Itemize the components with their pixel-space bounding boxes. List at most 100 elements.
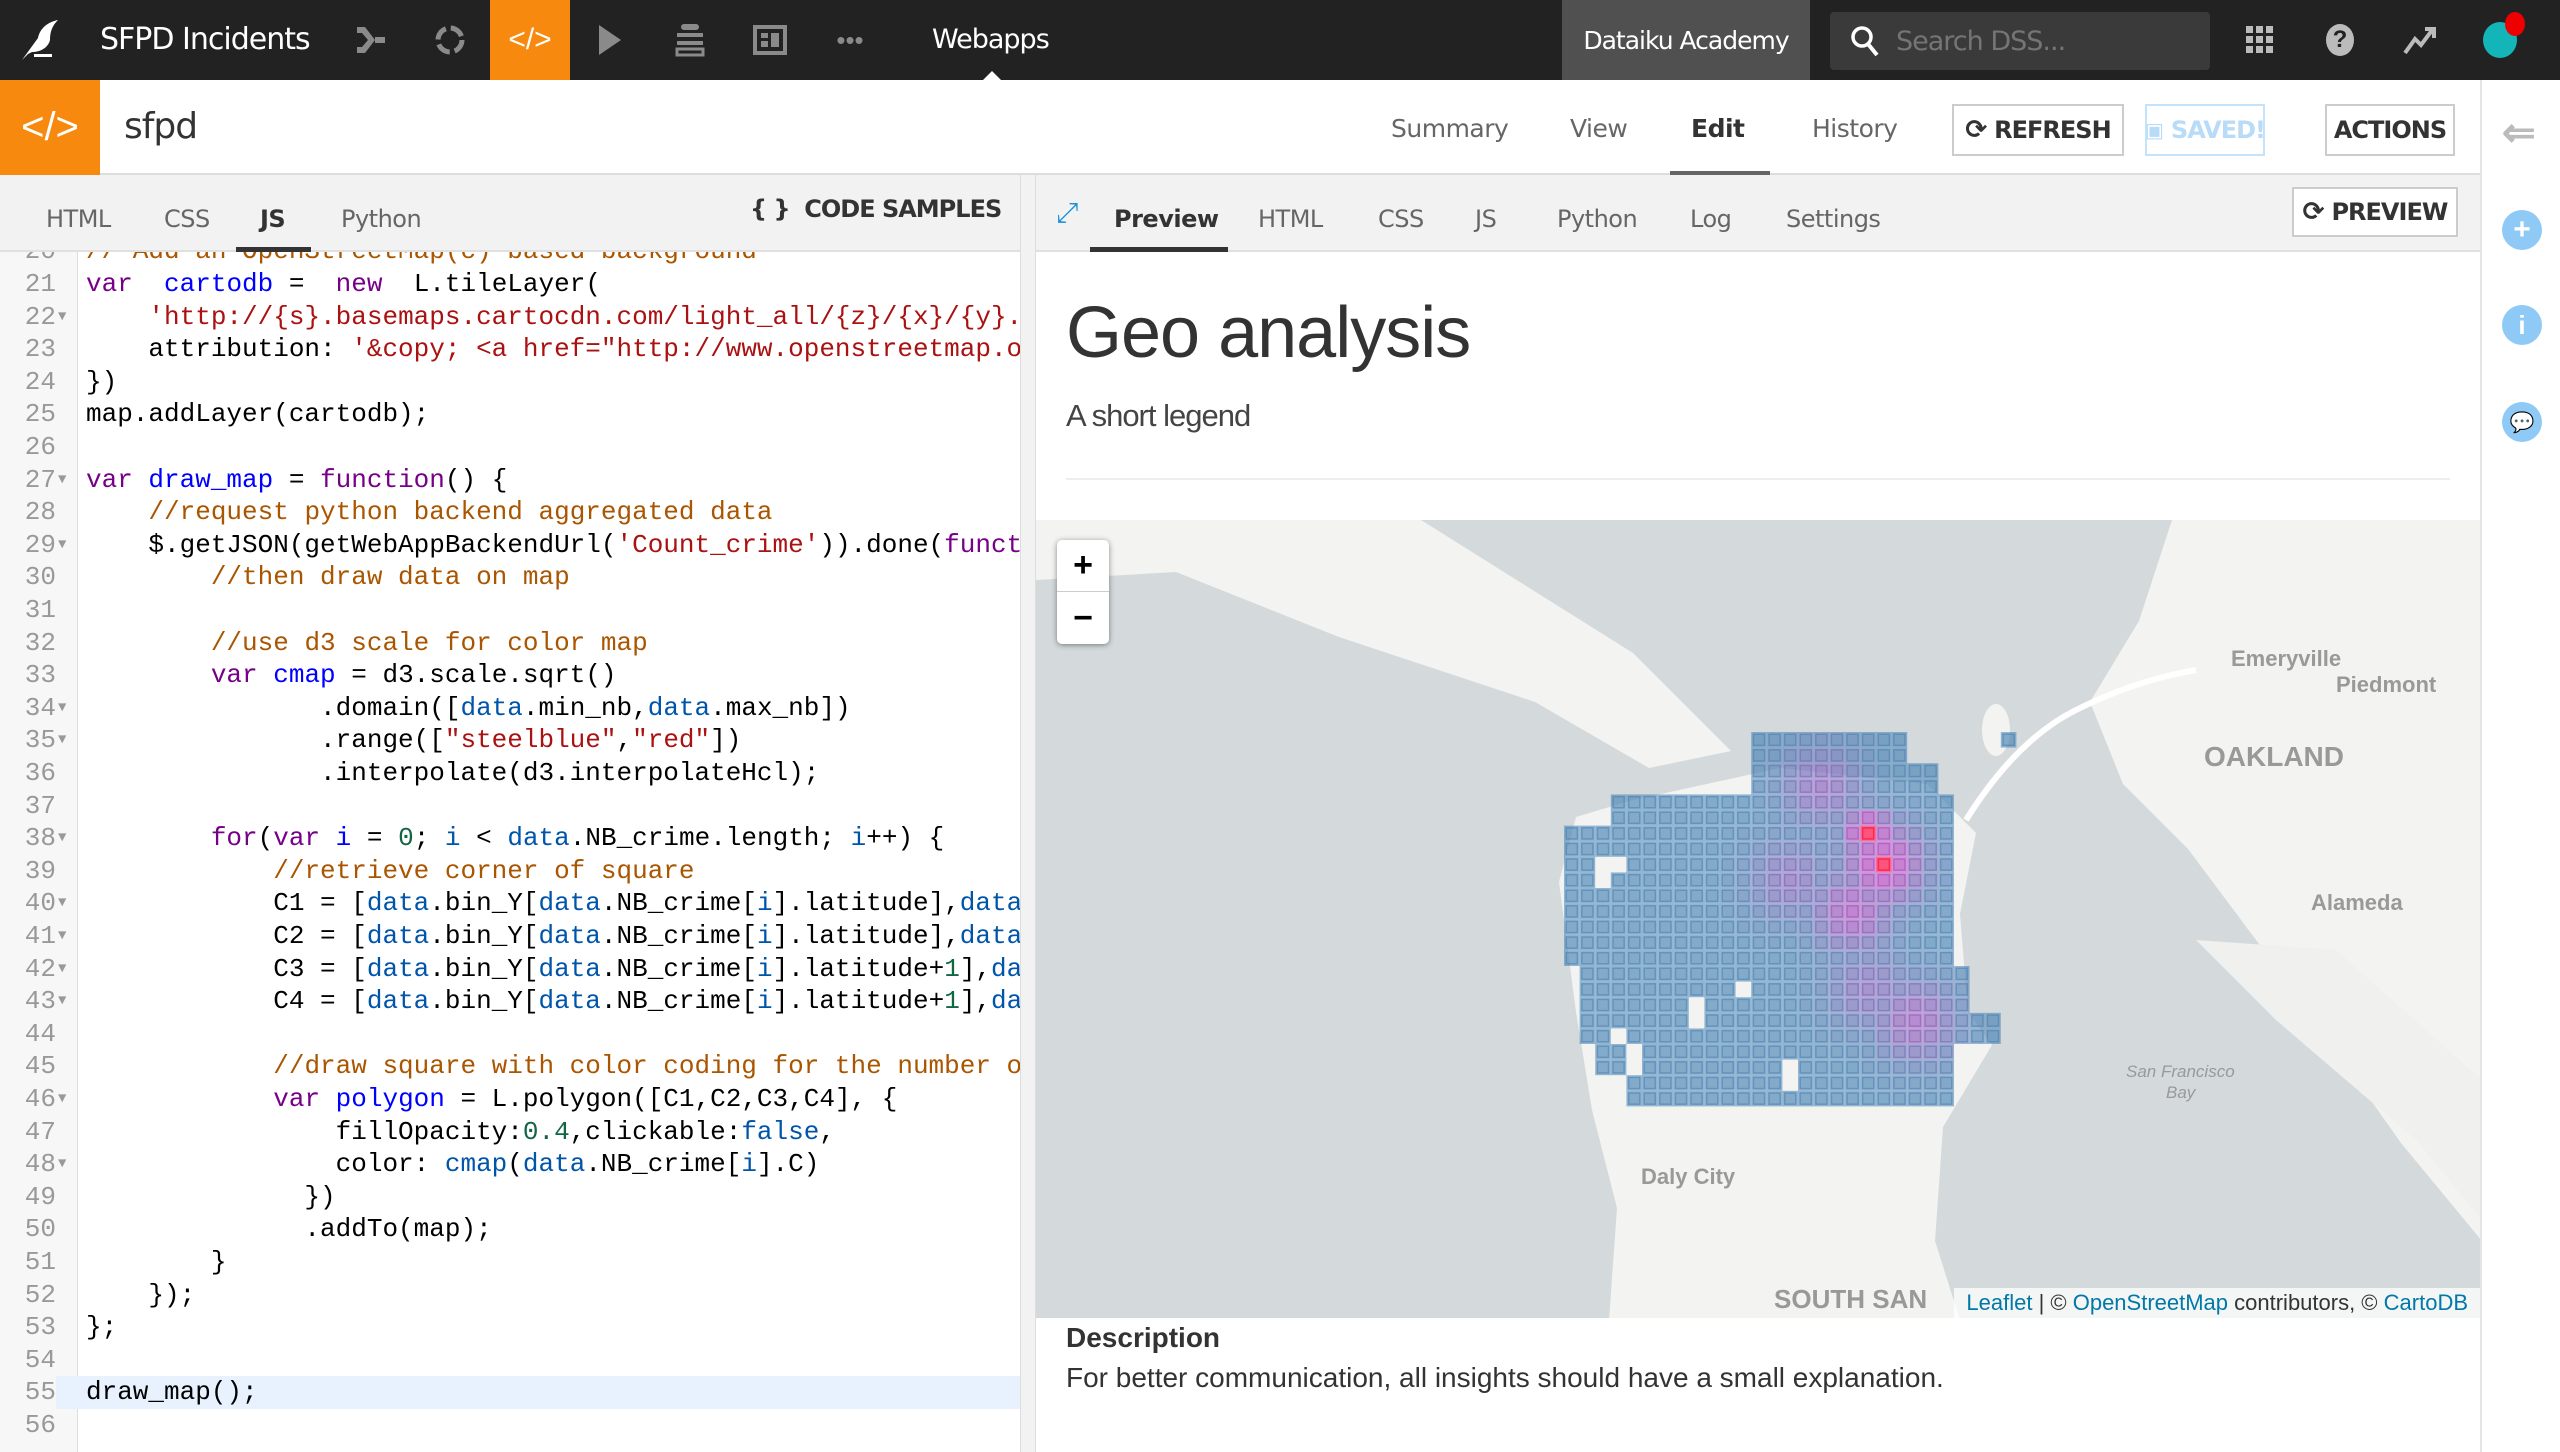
- code-line[interactable]: 56: [0, 1409, 1020, 1442]
- code-line[interactable]: 25 map.addLayer(cartodb);: [0, 398, 1020, 431]
- search-box[interactable]: [1830, 12, 2210, 70]
- code-samples-button[interactable]: { } CODE SAMPLES: [750, 195, 1002, 223]
- fold-arrow-icon[interactable]: ▼: [58, 724, 66, 757]
- code-line[interactable]: 35 ▼ .range(["steelblue","red"]): [0, 724, 1020, 757]
- flow-icon[interactable]: [330, 0, 410, 80]
- cartodb-link[interactable]: CartoDB: [2384, 1290, 2468, 1315]
- tab-preview-css[interactable]: CSS: [1378, 205, 1424, 233]
- code-line[interactable]: 53};: [0, 1311, 1020, 1344]
- code-line[interactable]: 28 //request python backend aggregated d…: [0, 496, 1020, 529]
- dashboard-icon[interactable]: [730, 0, 810, 80]
- code-line[interactable]: 20 // Add an OpenStreetMap(c) based backg…: [0, 252, 1020, 268]
- code-line[interactable]: 49 }): [0, 1181, 1020, 1214]
- code-line[interactable]: 23 attribution: '&copy; <a href="http://…: [0, 333, 1020, 366]
- code-line[interactable]: 51 }: [0, 1246, 1020, 1279]
- fold-arrow-icon[interactable]: ▼: [58, 920, 66, 953]
- actions-button[interactable]: ACTIONS: [2325, 104, 2455, 156]
- code-line[interactable]: 38 ▼ for(var i = 0; i < data.NB_crime.len…: [0, 822, 1020, 855]
- code-line[interactable]: 43 ▼ C4 = [data.bin_Y[data.NB_crime[i].la…: [0, 985, 1020, 1018]
- code-line[interactable]: 52 });: [0, 1279, 1020, 1312]
- play-icon[interactable]: [570, 0, 650, 80]
- code-line[interactable]: 31: [0, 594, 1020, 627]
- code-line[interactable]: 40 ▼ C1 = [data.bin_Y[data.NB_crime[i].la…: [0, 887, 1020, 920]
- code-line[interactable]: 34 ▼ .domain([data.min_nb,data.max_nb]): [0, 692, 1020, 725]
- code-line[interactable]: 46 ▼ var polygon = L.polygon([C1,C2,C3,C4…: [0, 1083, 1020, 1116]
- help-icon[interactable]: ?: [2300, 0, 2380, 80]
- fold-arrow-icon[interactable]: ▼: [58, 464, 66, 497]
- pane-splitter[interactable]: [1020, 175, 1036, 1452]
- fold-arrow-icon[interactable]: ▼: [58, 887, 66, 920]
- nav-view[interactable]: View: [1570, 114, 1628, 143]
- code-line[interactable]: 54: [0, 1344, 1020, 1377]
- instance-name[interactable]: Dataiku Academy: [1562, 0, 1810, 80]
- code-line[interactable]: 29 ▼ $.getJSON(getWebAppBackendUrl('Count…: [0, 529, 1020, 562]
- code-line[interactable]: 21 var cartodb = new L.tileLayer(: [0, 268, 1020, 301]
- fold-arrow-icon[interactable]: ▼: [58, 822, 66, 855]
- tab-css[interactable]: CSS: [164, 205, 210, 233]
- tab-python[interactable]: Python: [341, 205, 422, 233]
- recipe-icon[interactable]: [410, 0, 490, 80]
- preview-button[interactable]: ⟳ PREVIEW: [2292, 187, 2458, 237]
- leaflet-link[interactable]: Leaflet: [1966, 1290, 2032, 1315]
- apps-grid-icon[interactable]: [2220, 0, 2300, 80]
- activity-icon[interactable]: [2380, 0, 2460, 80]
- search-input[interactable]: [1896, 25, 2196, 57]
- leaflet-map[interactable]: Emeryville Piedmont OAKLAND Alameda San …: [1036, 520, 2480, 1318]
- code-line[interactable]: 24}): [0, 366, 1020, 399]
- code-line[interactable]: 33 var cmap = d3.scale.sqrt(): [0, 659, 1020, 692]
- code-line[interactable]: 39 //retrieve corner of square: [0, 855, 1020, 888]
- more-icon[interactable]: •••: [810, 0, 890, 80]
- discussion-icon[interactable]: 💬: [2502, 402, 2542, 442]
- code-line[interactable]: 42 ▼ C3 = [data.bin_Y[data.NB_crime[i].la…: [0, 953, 1020, 986]
- code-line[interactable]: 45 //draw square with color coding for t…: [0, 1050, 1020, 1083]
- code-line[interactable]: 26: [0, 431, 1020, 464]
- code-line[interactable]: 32 //use d3 scale for color map: [0, 627, 1020, 660]
- code-line[interactable]: 30 //then draw data on map: [0, 561, 1020, 594]
- nav-history[interactable]: History: [1812, 114, 1898, 143]
- avatar[interactable]: [2460, 0, 2540, 80]
- nav-summary[interactable]: Summary: [1391, 114, 1509, 143]
- tab-preview-python[interactable]: Python: [1557, 205, 1638, 233]
- code-line[interactable]: 37: [0, 790, 1020, 823]
- code-line[interactable]: 22 ▼ 'http://{s}.basemaps.cartocdn.com/li…: [0, 301, 1020, 334]
- code-line[interactable]: 55 draw_map();: [0, 1376, 1020, 1409]
- code-line[interactable]: 41 ▼ C2 = [data.bin_Y[data.NB_crime[i].la…: [0, 920, 1020, 953]
- zoom-out-button[interactable]: −: [1057, 592, 1109, 644]
- back-arrow-icon[interactable]: ⇐: [2502, 110, 2536, 156]
- saved-button[interactable]: ▣ SAVED!: [2145, 104, 2266, 156]
- fold-arrow-icon[interactable]: ▼: [58, 985, 66, 1018]
- bird-logo-icon[interactable]: [0, 0, 80, 80]
- fold-arrow-icon[interactable]: ▼: [58, 953, 66, 986]
- code-editor[interactable]: 20 // Add an OpenStreetMap(c) based backg…: [0, 252, 1020, 1452]
- tab-settings[interactable]: Settings: [1786, 205, 1881, 233]
- tab-preview-html[interactable]: HTML: [1258, 205, 1323, 233]
- code-line[interactable]: 44: [0, 1018, 1020, 1051]
- fold-arrow-icon[interactable]: ▼: [58, 1083, 66, 1116]
- code-line[interactable]: 48 ▼ color: cmap(data.NB_crime[i].C): [0, 1148, 1020, 1181]
- fold-arrow-icon[interactable]: ▼: [58, 301, 66, 334]
- code-line[interactable]: 50 .addTo(map);: [0, 1213, 1020, 1246]
- add-icon[interactable]: +: [2502, 210, 2542, 250]
- project-title[interactable]: SFPD Incidents: [100, 22, 311, 57]
- code-line[interactable]: 36 .interpolate(d3.interpolateHcl);: [0, 757, 1020, 790]
- tab-log[interactable]: Log: [1690, 205, 1732, 233]
- osm-link[interactable]: OpenStreetMap: [2073, 1290, 2228, 1315]
- info-icon[interactable]: i: [2502, 305, 2542, 345]
- section-title[interactable]: Webapps: [932, 24, 1050, 55]
- refresh-button[interactable]: ⟳ REFRESH: [1952, 104, 2124, 156]
- expand-icon[interactable]: ⤢: [1056, 197, 1078, 230]
- tab-preview[interactable]: Preview: [1114, 205, 1219, 233]
- code-icon[interactable]: </>: [490, 0, 570, 80]
- zoom-in-button[interactable]: +: [1057, 540, 1109, 592]
- fold-arrow-icon[interactable]: ▼: [58, 1148, 66, 1181]
- database-icon[interactable]: [650, 0, 730, 80]
- tab-html[interactable]: HTML: [46, 205, 111, 233]
- webapp-name[interactable]: sfpd: [124, 106, 198, 147]
- nav-edit[interactable]: Edit: [1691, 114, 1745, 143]
- tab-preview-js[interactable]: JS: [1475, 205, 1497, 233]
- fold-arrow-icon[interactable]: ▼: [58, 692, 66, 725]
- code-line[interactable]: 27 ▼ var draw_map = function() {: [0, 464, 1020, 497]
- tab-js[interactable]: JS: [260, 205, 286, 233]
- fold-arrow-icon[interactable]: ▼: [58, 529, 66, 562]
- code-line[interactable]: 47 fillOpacity:0.4,clickable:false,: [0, 1116, 1020, 1149]
